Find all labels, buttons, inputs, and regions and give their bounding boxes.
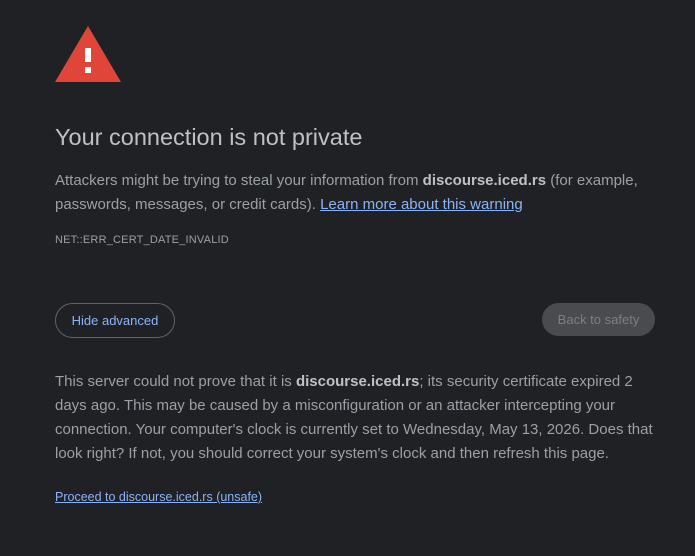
intro-domain: discourse.iced.rs: [422, 172, 547, 189]
proceed-unsafe-link[interactable]: Proceed to discourse.iced.rs (unsafe): [55, 490, 262, 504]
page-title: Your connection is not private: [55, 124, 363, 150]
hide-advanced-button[interactable]: Hide advanced: [55, 303, 175, 338]
back-to-safety-button[interactable]: Back to safety: [542, 303, 655, 336]
details-text-before: This server could not prove that it is: [55, 373, 296, 390]
warning-triangle-icon: [55, 26, 121, 82]
details-domain: discourse.iced.rs: [295, 373, 420, 390]
advanced-details-text: This server could not prove that it is d…: [55, 370, 655, 466]
error-code: NET::ERR_CERT_DATE_INVALID: [55, 234, 229, 246]
learn-more-link[interactable]: Learn more about this warning: [320, 196, 523, 213]
intro-text-before: Attackers might be trying to steal your …: [55, 172, 423, 189]
intro-text: Attackers might be trying to steal your …: [55, 169, 655, 217]
